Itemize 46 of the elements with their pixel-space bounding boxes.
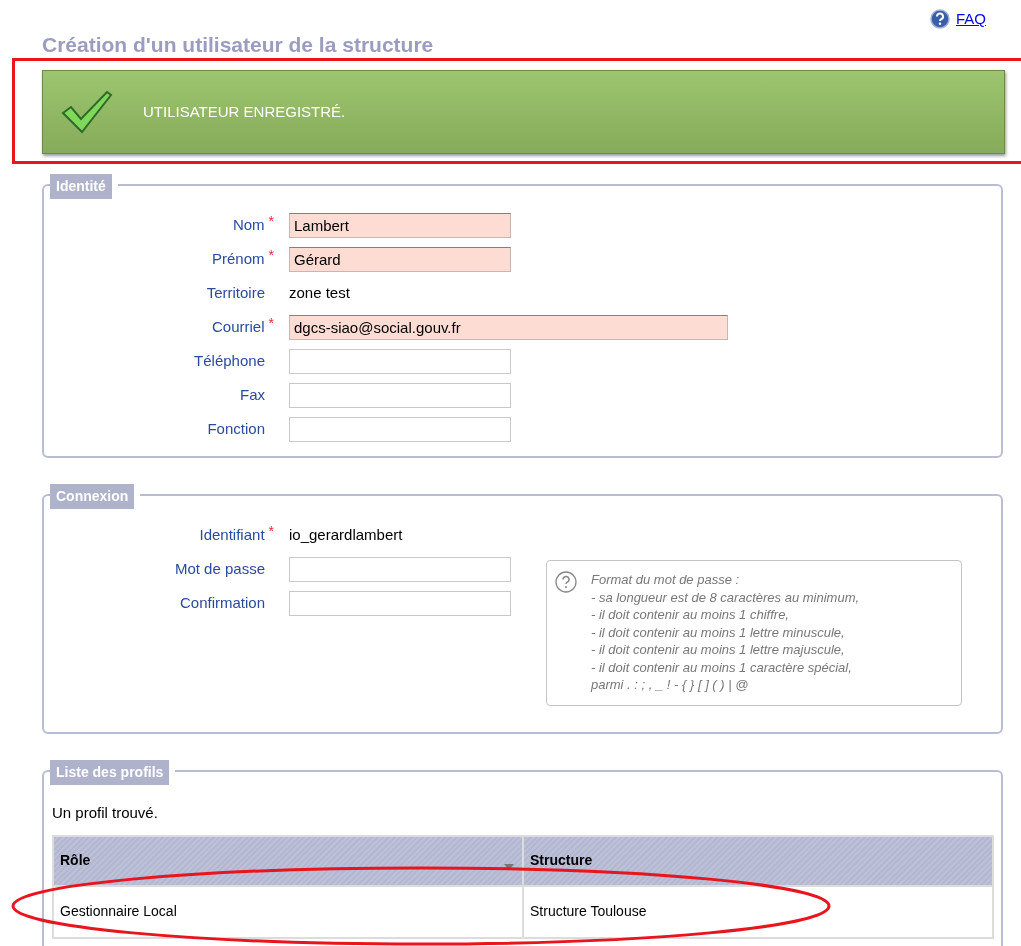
field-label: Nom	[232, 214, 265, 235]
column-header[interactable]: Rôle	[53, 835, 523, 886]
field-value: zone test	[289, 282, 350, 303]
input-field[interactable]: Lambert	[289, 212, 511, 238]
help-text-line: parmi . : ; , _ ! - { } [ ] ( ) | @	[591, 676, 750, 694]
input-field[interactable]: dgcs-siao@social.gouv.fr	[289, 314, 728, 340]
field-label: Mot de passe	[174, 558, 265, 579]
field-label: Identifiant	[199, 524, 265, 545]
input-field[interactable]	[289, 590, 511, 616]
required-marker: *	[268, 523, 274, 538]
question-icon	[555, 571, 577, 593]
field-label: Courriel	[212, 316, 265, 337]
field-label: Confirmation	[179, 592, 265, 613]
help-text-line: - il doit contenir au moins 1 caractère spécial,	[591, 658, 853, 676]
required-marker: *	[268, 247, 274, 262]
required-marker: *	[268, 315, 274, 330]
section-legend: Liste des profils	[50, 760, 176, 785]
input-field[interactable]	[289, 416, 511, 442]
page-title: Création d'un utilisateur de la structure	[42, 31, 435, 58]
input-field[interactable]	[289, 556, 511, 582]
help-text-line: - il doit contenir au moins 1 chiffre,	[591, 606, 790, 624]
input-field[interactable]: Gérard	[289, 246, 511, 272]
faq-link[interactable]: FAQ	[956, 8, 986, 31]
table-cell: Gestionnaire Local	[53, 885, 523, 938]
banner-message: UTILISATEUR ENREGISTRÉ.	[143, 101, 346, 122]
input-field[interactable]	[289, 382, 511, 408]
help-icon	[930, 9, 950, 30]
field-label: Téléphone	[194, 350, 265, 371]
field-label: Fax	[240, 384, 265, 405]
help-text-line: - il doit contenir au moins 1 lettre majuscule,	[591, 641, 846, 659]
checkmark-icon	[61, 89, 113, 135]
input-field[interactable]	[289, 348, 511, 374]
sort-caret-icon	[504, 864, 514, 870]
field-value: io_gerardlambert	[289, 524, 403, 545]
field-label: Prénom	[212, 248, 265, 269]
required-marker: *	[268, 213, 274, 228]
table-cell: Structure Toulouse	[523, 885, 993, 938]
section-legend: Identité	[50, 174, 118, 199]
field-label: Territoire	[206, 282, 265, 303]
help-text-line: Format du mot de passe :	[591, 571, 741, 589]
column-header[interactable]: Structure	[523, 835, 993, 886]
help-text-line: - il doit contenir au moins 1 lettre minuscule,	[591, 623, 846, 641]
help-text-line: - sa longueur est de 8 caractères au minimum,	[591, 588, 860, 606]
field-label: Fonction	[207, 418, 265, 439]
section-legend: Connexion	[50, 484, 141, 509]
result-count: Un profil trouvé.	[52, 803, 159, 823]
